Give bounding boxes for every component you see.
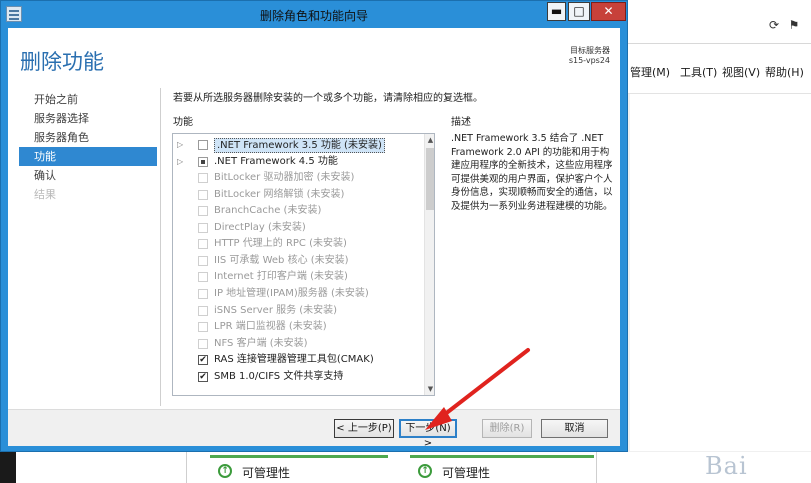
status-ok-icon: ↑	[218, 464, 232, 478]
feature-checkbox	[198, 189, 208, 200]
features-heading: 功能	[173, 117, 193, 128]
instruction-text: 若要从所选服务器删除安装的一个或多个功能，请清除相应的复选框。	[173, 93, 483, 104]
feature-checkbox	[198, 272, 208, 283]
watermark: Bai	[705, 452, 748, 480]
nav-divider	[160, 88, 161, 406]
feature-label: BitLocker 网络解锁 (未安装)	[214, 188, 345, 200]
features-scrollbar[interactable]: ▲ ▼	[424, 134, 434, 395]
scroll-up-arrow-icon[interactable]: ▲	[425, 134, 434, 146]
window-title: 删除角色和功能向导	[259, 9, 368, 23]
feature-row: LPR 端口监视器 (未安装)	[173, 319, 423, 335]
feature-checkbox	[198, 322, 208, 333]
target-server-name: s15-vps24	[568, 56, 610, 65]
feature-checkbox	[198, 173, 208, 184]
taskbar-edge	[0, 452, 16, 483]
feature-checkbox[interactable]	[198, 156, 208, 167]
feature-label: BitLocker 驱动器加密 (未安装)	[214, 172, 355, 184]
wizard-step-5: 结果	[34, 188, 56, 201]
feature-row[interactable]: ✔ RAS 连接管理器管理工具包(CMAK)	[173, 352, 423, 368]
feature-label: .NET Framework 3.5 功能 (未安装)	[214, 138, 385, 153]
menu-view[interactable]: 视图(V)	[722, 64, 760, 80]
menu-manage[interactable]: 管理(M)	[630, 64, 670, 80]
minimize-button[interactable]: ▬	[547, 2, 566, 21]
wizard-step-1[interactable]: 服务器选择	[19, 109, 157, 128]
server-manager-content: 隐藏	[630, 94, 811, 451]
manageability-tile[interactable]: ↑ 可管理性	[410, 455, 594, 483]
wizard-step-3[interactable]: 功能	[19, 147, 157, 166]
feature-row: IIS 可承载 Web 核心 (未安装)	[173, 253, 423, 269]
remove-button[interactable]: 删除(R)	[482, 419, 532, 438]
dashboard-tiles-area	[0, 452, 811, 483]
feature-row: iSNS Server 服务 (未安装)	[173, 303, 423, 319]
feature-row[interactable]: ✔ SMB 1.0/CIFS 文件共享支持	[173, 369, 423, 385]
feature-row: BitLocker 驱动器加密 (未安装)	[173, 170, 423, 186]
notifications-flag-icon[interactable]: ⚑	[785, 18, 803, 32]
feature-label: SMB 1.0/CIFS 文件共享支持	[214, 370, 344, 382]
feature-checkbox[interactable]: ✔	[198, 371, 208, 382]
wizard-step-4[interactable]: 确认	[19, 166, 157, 185]
maximize-button[interactable]: □	[568, 2, 590, 21]
cancel-button[interactable]: 取消	[541, 419, 608, 438]
wizard-step-0[interactable]: 开始之前	[19, 90, 157, 109]
feature-checkbox	[198, 222, 208, 233]
feature-checkbox	[198, 305, 208, 316]
feature-checkbox[interactable]: ✔	[198, 355, 208, 366]
feature-checkbox	[198, 288, 208, 299]
status-ok-icon: ↑	[418, 464, 432, 478]
feature-checkbox[interactable]	[198, 140, 208, 150]
manageability-label: 可管理性	[242, 466, 291, 480]
feature-row[interactable]: ▷ .NET Framework 4.5 功能	[173, 154, 423, 170]
feature-row: DirectPlay (未安装)	[173, 220, 423, 236]
feature-checkbox	[198, 239, 208, 250]
close-button[interactable]: ✕	[591, 2, 626, 21]
feature-checkbox	[198, 255, 208, 266]
feature-row: IP 地址管理(IPAM)服务器 (未安装)	[173, 286, 423, 302]
features-tree[interactable]: ▷ .NET Framework 3.5 功能 (未安装) ▷ .NET Framew…	[172, 133, 435, 396]
expand-arrow-icon[interactable]: ▷	[177, 154, 187, 170]
remove-roles-wizard: 删除角色和功能向导 ▬ □ ✕ 删除功能 目标服务器 s15-vps24 开始之…	[0, 0, 628, 452]
target-server-label: 目标服务器	[570, 46, 610, 55]
wizard-body: 删除功能 目标服务器 s15-vps24 开始之前 服务器选择 服务器角色 功能 确认结…	[8, 28, 620, 449]
title-bar[interactable]: 删除角色和功能向导 ▬ □ ✕	[1, 1, 627, 28]
feature-row: BranchCache (未安装)	[173, 203, 423, 219]
feature-row: BitLocker 网络解锁 (未安装)	[173, 187, 423, 203]
wizard-steps-nav: 开始之前 服务器选择 服务器角色 功能 确认结果	[19, 90, 157, 204]
next-button[interactable]: 下一步(N) >	[399, 419, 457, 449]
feature-label: RAS 连接管理器管理工具包(CMAK)	[214, 354, 374, 366]
feature-label: IP 地址管理(IPAM)服务器 (未安装)	[214, 287, 369, 299]
feature-label: LPR 端口监视器 (未安装)	[214, 321, 327, 333]
feature-row: Internet 打印客户端 (未安装)	[173, 269, 423, 285]
wizard-footer: < 上一步(P) 下一步(N) > 删除(R) 取消	[8, 409, 620, 449]
feature-row: NFS 客户端 (未安装)	[173, 336, 423, 352]
feature-label: Internet 打印客户端 (未安装)	[214, 271, 348, 283]
refresh-icon[interactable]: ⟳	[765, 18, 783, 32]
wizard-step-2[interactable]: 服务器角色	[19, 128, 157, 147]
feature-label: DirectPlay (未安装)	[214, 221, 306, 233]
menu-help[interactable]: 帮助(H)	[765, 64, 804, 80]
tile-divider	[596, 452, 597, 483]
page-title: 删除功能	[20, 50, 104, 74]
feature-checkbox	[198, 206, 208, 217]
scroll-down-arrow-icon[interactable]: ▼	[425, 383, 434, 395]
feature-description: .NET Framework 3.5 结合了 .NET Framework 2.…	[451, 133, 613, 212]
feature-label: HTTP 代理上的 RPC (未安装)	[214, 238, 347, 250]
manageability-label: 可管理性	[442, 466, 491, 480]
feature-label: BranchCache (未安装)	[214, 205, 322, 217]
feature-label: IIS 可承载 Web 核心 (未安装)	[214, 254, 349, 266]
menu-tools[interactable]: 工具(T)	[680, 64, 717, 80]
manageability-tile[interactable]: ↑ 可管理性	[210, 455, 388, 483]
feature-checkbox	[198, 338, 208, 349]
tile-divider	[186, 452, 187, 483]
scroll-thumb[interactable]	[426, 148, 434, 210]
feature-label: .NET Framework 4.5 功能	[214, 155, 338, 167]
feature-label: iSNS Server 服务 (未安装)	[214, 304, 338, 316]
feature-label: NFS 客户端 (未安装)	[214, 337, 308, 349]
feature-row: HTTP 代理上的 RPC (未安装)	[173, 236, 423, 252]
previous-button[interactable]: < 上一步(P)	[334, 419, 394, 438]
description-heading: 描述	[451, 117, 471, 128]
feature-row[interactable]: ▷ .NET Framework 3.5 功能 (未安装)	[173, 137, 423, 153]
expand-arrow-icon[interactable]: ▷	[177, 137, 187, 153]
